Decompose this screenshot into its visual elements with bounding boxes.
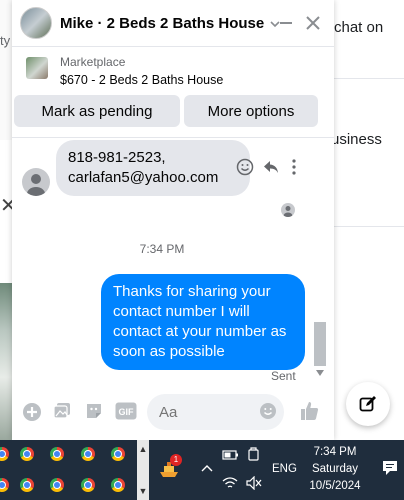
marketplace-label: Marketplace (60, 55, 126, 69)
scroll-up-arrow-icon[interactable]: ▲ (137, 444, 149, 454)
message-composer: GIF (12, 392, 334, 432)
close-icon[interactable] (305, 15, 321, 31)
device-icon[interactable] (247, 446, 261, 462)
chat-title[interactable]: Mike · 2 Beds 2 Baths House (60, 15, 264, 32)
scrollbar-thumb[interactable] (314, 322, 326, 366)
tray-app-icon[interactable]: 1 (158, 454, 182, 480)
background-text-chat-on: chat on (334, 19, 384, 36)
person-icon (283, 206, 293, 217)
background-left-column: ty (0, 0, 12, 140)
notifications-icon[interactable] (382, 460, 398, 476)
photo-icon[interactable] (52, 401, 72, 421)
background-divider (328, 78, 404, 79)
wifi-icon[interactable] (222, 476, 238, 490)
message-list: 818-981-2523, carlafan5@yahoo.com 7:34 P… (12, 138, 334, 383)
chrome-icon[interactable] (111, 447, 125, 461)
mark-as-pending-button[interactable]: Mark as pending (14, 95, 180, 127)
clock-time: 7:34 PM (313, 446, 357, 458)
svg-text:GIF: GIF (119, 407, 135, 417)
chrome-icon[interactable] (81, 478, 95, 492)
compose-icon (359, 396, 376, 412)
listing-thumbnail[interactable] (26, 57, 48, 79)
chevron-up-icon[interactable] (201, 464, 213, 472)
scroll-down-arrow-icon[interactable] (316, 370, 324, 376)
chat-window: Mike · 2 Beds 2 Baths House Marketplace … (12, 0, 334, 440)
incoming-message-line: 818-981-2523, (68, 149, 166, 166)
message-status: Sent (271, 369, 296, 383)
reply-icon[interactable] (262, 158, 280, 176)
minimize-icon[interactable] (278, 15, 294, 31)
gif-icon[interactable]: GIF (115, 402, 137, 420)
scroll-down-arrow-icon[interactable]: ▼ (137, 486, 149, 496)
incoming-message-bubble[interactable]: 818-981-2523, carlafan5@yahoo.com (56, 140, 250, 196)
more-icon[interactable] (291, 158, 297, 176)
notification-badge: 1 (170, 454, 182, 466)
taskbar-apps (0, 440, 140, 500)
chrome-icon[interactable] (20, 478, 34, 492)
chrome-icon[interactable] (50, 478, 64, 492)
sticker-icon[interactable] (84, 401, 104, 421)
clock-date: 10/5/2024 (309, 480, 361, 492)
chrome-icon[interactable] (20, 447, 34, 461)
outgoing-message-bubble[interactable]: Thanks for sharing your contact number I… (101, 274, 305, 370)
input-language[interactable]: ENG (272, 463, 297, 475)
sender-avatar[interactable] (22, 168, 50, 196)
chrome-icon[interactable] (0, 478, 9, 492)
chrome-icon[interactable] (81, 447, 95, 461)
thumbs-up-icon[interactable] (298, 400, 320, 422)
marketplace-listing: Marketplace $670 - 2 Beds 2 Baths House … (12, 47, 334, 137)
clock-day: Saturday (311, 463, 359, 475)
new-message-button[interactable] (346, 382, 390, 426)
background-divider (328, 226, 404, 227)
background-left-text: ty (0, 33, 11, 48)
message-timestamp: 7:34 PM (139, 242, 185, 256)
emoji-icon[interactable] (259, 402, 277, 420)
incoming-message-line: carlafan5@yahoo.com (68, 169, 219, 186)
add-icon[interactable] (22, 402, 42, 422)
chrome-icon[interactable] (111, 478, 125, 492)
background-photo (0, 283, 12, 440)
seen-indicator (281, 203, 295, 217)
react-icon[interactable] (236, 158, 254, 176)
chat-header[interactable]: Mike · 2 Beds 2 Baths House (12, 0, 334, 46)
volume-muted-icon[interactable] (246, 476, 262, 490)
taskbar-scrollbar[interactable]: ▲ ▼ (137, 440, 149, 500)
taskbar: ▲ ▼ 1 ENG 7:34 PM Saturday 10/5/2024 (0, 440, 404, 500)
chrome-icon[interactable] (50, 447, 64, 461)
background-text-business: usiness (331, 131, 382, 148)
listing-title[interactable]: $670 - 2 Beds 2 Baths House (60, 73, 223, 87)
more-options-button[interactable]: More options (184, 95, 318, 127)
system-clock[interactable]: 7:34 PM Saturday 10/5/2024 (300, 444, 370, 495)
person-icon (27, 174, 45, 196)
avatar[interactable] (20, 7, 52, 39)
battery-icon[interactable] (222, 448, 240, 462)
chrome-icon[interactable] (0, 447, 9, 461)
